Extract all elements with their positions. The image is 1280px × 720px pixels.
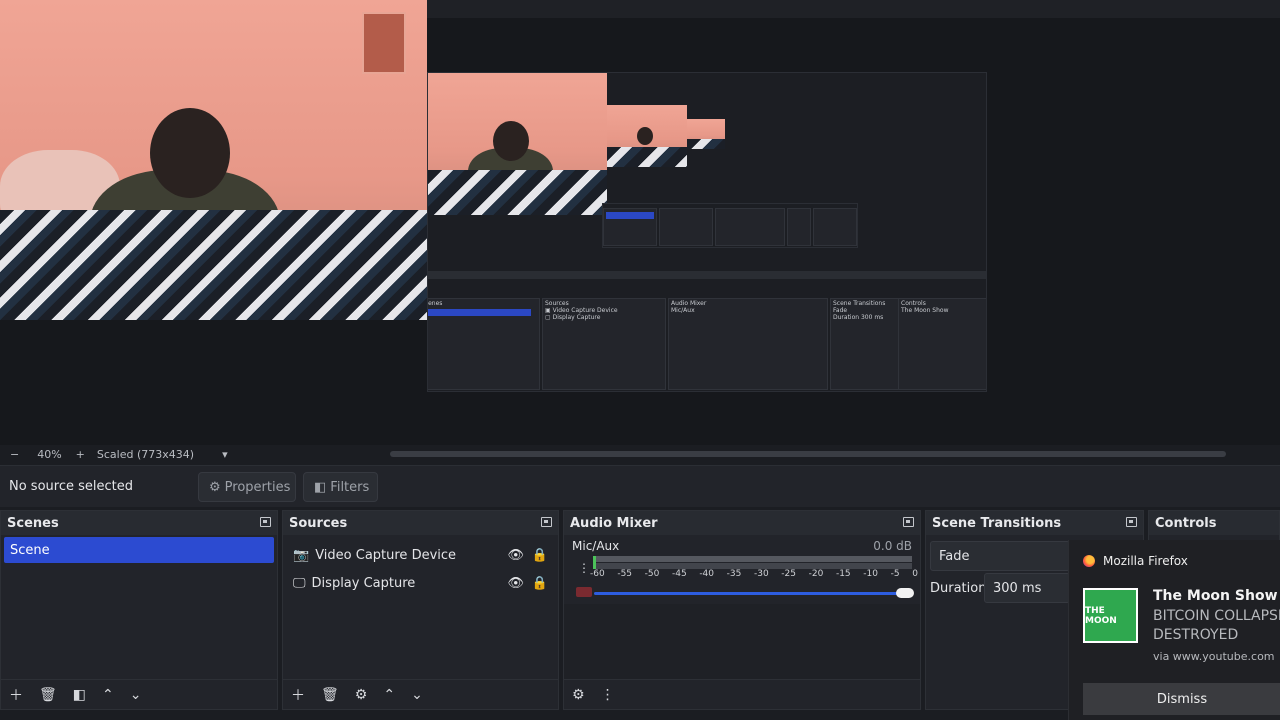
volume-slider[interactable]: [594, 592, 912, 595]
zoom-level: 40%: [37, 447, 62, 461]
webcam-video: [0, 0, 427, 320]
undock-icon[interactable]: [541, 517, 552, 527]
chevron-down-icon[interactable]: ⌄: [130, 687, 142, 703]
zoom-out-button[interactable]: −: [10, 448, 19, 461]
notification-body: BITCOIN COLLAPSIN DESTROYED: [1153, 607, 1280, 645]
eye-icon[interactable]: 👁: [507, 576, 524, 591]
notification-app: Mozilla Firefox: [1083, 554, 1188, 568]
more-options-icon[interactable]: ⋮: [601, 687, 615, 703]
chevron-up-icon[interactable]: ⌃: [102, 687, 114, 703]
source-label: Video Capture Device: [315, 547, 457, 563]
notification-line: BITCOIN COLLAPSIN: [1153, 608, 1280, 624]
lock-icon[interactable]: 🔒: [532, 576, 548, 591]
sources-dock: Sources 📷 Video Capture Device 👁 🔒 🖵 Dis…: [282, 510, 559, 710]
no-source-label: No source selected: [9, 479, 133, 494]
chevron-up-icon[interactable]: ⌃: [383, 687, 395, 703]
channel-level: 0.0 dB: [873, 539, 912, 553]
preview-statusbar: − 40% + Scaled (773x434) ▾: [0, 445, 1280, 463]
undock-icon[interactable]: [260, 517, 271, 527]
source-label: Display Capture: [311, 575, 416, 591]
notification-title: The Moon Show: [1153, 588, 1278, 604]
audio-mixer-title: Audio Mixer: [570, 515, 658, 531]
trash-icon[interactable]: 🗑: [39, 687, 57, 703]
chevron-down-icon[interactable]: ⌄: [411, 687, 423, 703]
lock-icon[interactable]: 🔒: [532, 548, 548, 563]
more-options-icon[interactable]: ⋮: [578, 561, 590, 575]
logo-text: THE MOON: [1085, 605, 1117, 626]
monitor-icon: 🖵: [293, 575, 306, 591]
gear-icon: ⚙: [209, 479, 221, 495]
audio-mixer-dock: Audio Mixer Mic/Aux 0.0 dB ⋮ ⚙ ⋮: [563, 510, 921, 710]
source-item-display-capture[interactable]: 🖵 Display Capture 👁 🔒: [283, 569, 558, 597]
volume-slider-handle[interactable]: [896, 588, 914, 598]
scenes-title: Scenes: [7, 515, 59, 531]
source-item-video-capture[interactable]: 📷 Video Capture Device 👁 🔒: [283, 541, 558, 569]
duration-label: Duration: [930, 581, 987, 596]
add-scene-button[interactable]: ＋: [9, 685, 23, 705]
chevron-down-icon[interactable]: ▾: [222, 448, 228, 461]
meter-scale: -60 -55 -50 -45 -40 -35 -30 -25 -20 -15 -10 -5 0: [590, 569, 918, 579]
duration-field[interactable]: 300 ms: [984, 573, 1070, 603]
notification-source: via www.youtube.com: [1153, 650, 1275, 663]
firefox-icon: [1083, 555, 1095, 567]
zoom-in-button[interactable]: +: [76, 448, 85, 461]
channel-logo: THE MOON: [1083, 588, 1138, 643]
sources-title: Sources: [289, 515, 348, 531]
properties-button[interactable]: ⚙ Properties: [198, 472, 296, 502]
scene-transitions-title: Scene Transitions: [932, 515, 1062, 531]
source-toolbar: No source selected ⚙ Properties ◧ Filter…: [0, 465, 1280, 507]
preview-background: [0, 320, 415, 445]
recursive-preview: Scenes Sources▣ Video Capture Device▢ Di…: [427, 72, 987, 392]
app-name: Mozilla Firefox: [1103, 554, 1188, 568]
undock-icon[interactable]: [903, 517, 914, 527]
filter-icon: ◧: [314, 479, 327, 495]
scale-mode: Scaled (773x434): [96, 447, 195, 461]
filters-label: Filters: [330, 479, 370, 495]
eye-icon[interactable]: 👁: [507, 548, 524, 563]
add-source-button[interactable]: ＋: [291, 685, 305, 705]
horizontal-scrollbar[interactable]: [390, 451, 1226, 457]
gear-icon[interactable]: ⚙: [572, 687, 585, 703]
filters-button[interactable]: ◧ Filters: [303, 472, 378, 502]
gear-icon[interactable]: ⚙: [355, 687, 368, 703]
mute-icon[interactable]: [576, 587, 592, 597]
notification-toast[interactable]: Mozilla Firefox THE MOON The Moon Show B…: [1068, 540, 1280, 720]
dismiss-button[interactable]: Dismiss: [1083, 683, 1280, 715]
notification-line: DESTROYED: [1153, 627, 1239, 643]
undock-icon[interactable]: [1126, 517, 1137, 527]
controls-title: Controls: [1155, 515, 1217, 531]
preview-canvas[interactable]: Scenes Sources▣ Video Capture Device▢ Di…: [0, 0, 1280, 445]
scene-item[interactable]: Scene: [4, 537, 274, 563]
camera-icon: 📷: [293, 547, 310, 563]
filter-icon[interactable]: ◧: [73, 687, 86, 703]
volume-meter-top: [594, 556, 912, 562]
properties-label: Properties: [224, 479, 291, 495]
trash-icon[interactable]: 🗑: [321, 687, 339, 703]
channel-name: Mic/Aux: [572, 539, 620, 553]
meter-peak: [593, 556, 596, 569]
scenes-dock: Scenes Scene ＋ 🗑 ◧ ⌃ ⌄: [0, 510, 278, 710]
transition-select[interactable]: Fade: [930, 541, 1070, 571]
